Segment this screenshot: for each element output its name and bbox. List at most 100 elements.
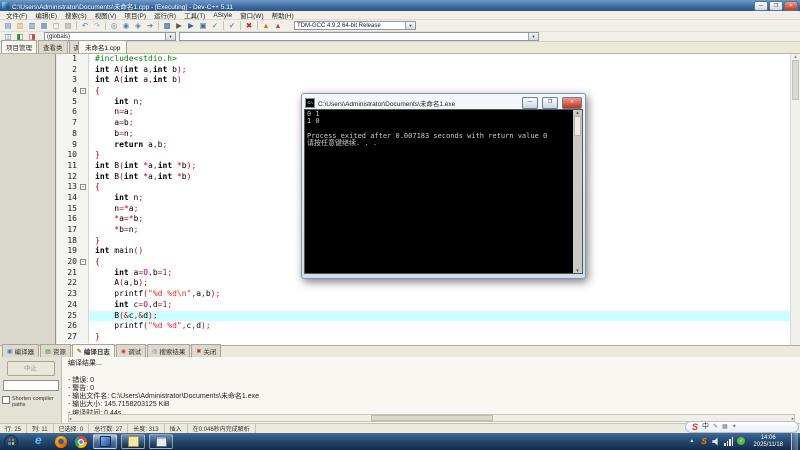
- menu-item-6[interactable]: 运行(R): [150, 10, 180, 20]
- taskbar-button-explorer-window[interactable]: [149, 434, 173, 449]
- bottom-tab-debug[interactable]: ◉ 调试: [115, 344, 147, 357]
- line-number[interactable]: 4: [57, 86, 79, 97]
- goto-line-icon[interactable]: ➔: [145, 21, 155, 31]
- save-file-icon[interactable]: ▥: [27, 21, 37, 31]
- minimize-button[interactable]: —: [754, 0, 768, 11]
- new-file-icon[interactable]: ▤: [3, 21, 13, 31]
- bottom-tab-compiler[interactable]: ▣ 编译器: [2, 344, 40, 357]
- line-number[interactable]: 19: [57, 246, 79, 258]
- taskbar-button-devcpp[interactable]: [93, 434, 117, 449]
- project-browser-panel[interactable]: [0, 54, 56, 345]
- line-number[interactable]: 10: [57, 150, 79, 161]
- redo-icon[interactable]: ↷: [92, 21, 102, 31]
- code-line-24[interactable]: 24 int c=0,d=1;: [57, 299, 800, 311]
- fold-marker-icon[interactable]: −: [80, 88, 86, 95]
- menu-item-7[interactable]: 工具(T): [180, 10, 209, 20]
- console-output[interactable]: 0 11 0 Process exited after 0.007183 sec…: [304, 109, 583, 274]
- close-file-icon[interactable]: ▢: [51, 21, 61, 31]
- code-line-23[interactable]: 23 printf("%d %d\n",a,b);: [57, 289, 800, 300]
- left-tab-1[interactable]: 项目管理: [1, 40, 37, 53]
- replace-icon[interactable]: ◉: [121, 21, 131, 31]
- line-number[interactable]: 27: [57, 331, 79, 343]
- find-icon[interactable]: ◎: [109, 21, 119, 31]
- line-number[interactable]: 11: [57, 160, 79, 172]
- start-button[interactable]: [4, 434, 18, 449]
- print-icon[interactable]: ▤: [63, 21, 73, 31]
- console-scrollbar[interactable]: ▲ ▼: [573, 110, 582, 273]
- line-number[interactable]: 8: [57, 128, 79, 140]
- line-number[interactable]: 5: [57, 96, 79, 108]
- taskbar-clock[interactable]: 14:06 2025/11/18: [749, 435, 787, 449]
- line-number[interactable]: 21: [57, 267, 79, 279]
- console-window[interactable]: C:\ C:\Users\Administrator\Documents\未命名…: [301, 93, 586, 279]
- console-minimize-button[interactable]: —: [522, 96, 538, 109]
- line-number[interactable]: 23: [57, 289, 79, 300]
- scrollbar-thumb[interactable]: [574, 116, 581, 136]
- menu-item-5[interactable]: 项目(P): [120, 10, 150, 20]
- editor-vertical-scrollbar[interactable]: ▲: [790, 54, 800, 345]
- fold-marker-icon[interactable]: −: [80, 184, 86, 191]
- sogou-tray-icon[interactable]: [700, 437, 708, 446]
- code-line-2[interactable]: 2 int A(int a,int b);: [57, 64, 800, 76]
- menu-item-1[interactable]: 文件(F): [2, 10, 31, 20]
- maximize-button[interactable]: ❐: [769, 0, 783, 11]
- line-number[interactable]: 24: [57, 299, 79, 311]
- debug-icon[interactable]: ✓: [210, 21, 220, 31]
- compile-icon[interactable]: ▩: [162, 21, 172, 31]
- scrollbar-thumb[interactable]: [370, 415, 493, 421]
- console-titlebar[interactable]: C:\ C:\Users\Administrator\Documents\未命名…: [304, 96, 583, 109]
- profile-analysis-icon[interactable]: ▲: [261, 21, 271, 31]
- sogou-input-bar[interactable]: S 中 ✎ ▦ ✦: [685, 421, 799, 433]
- line-number[interactable]: 20: [57, 257, 79, 268]
- hidden-icons-icon[interactable]: [688, 437, 696, 446]
- line-number[interactable]: 12: [57, 171, 79, 183]
- line-number[interactable]: 18: [57, 235, 79, 247]
- taskbar-button-console-app[interactable]: [121, 434, 145, 449]
- line-number[interactable]: 15: [57, 203, 79, 215]
- menu-item-9[interactable]: 窗口(W): [236, 10, 267, 20]
- file-tab[interactable]: 未命名1.cpp: [78, 40, 128, 53]
- menu-item-10[interactable]: 帮助(H): [268, 10, 298, 20]
- speaker-icon[interactable]: [712, 437, 718, 446]
- console-maximize-button[interactable]: ❐: [542, 96, 558, 109]
- run-icon[interactable]: ▶: [174, 21, 184, 31]
- line-number[interactable]: 16: [57, 214, 79, 225]
- scrollbar-thumb[interactable]: [792, 60, 799, 100]
- syntax-check-icon[interactable]: ✔: [227, 21, 237, 31]
- scroll-left-arrow-icon[interactable]: ◂: [69, 415, 71, 421]
- abort-button[interactable]: 中止: [6, 361, 55, 376]
- undo-icon[interactable]: ↶: [80, 21, 90, 31]
- shorten-paths-checkbox[interactable]: [2, 396, 10, 404]
- line-number[interactable]: 3: [57, 75, 79, 87]
- line-number[interactable]: 22: [57, 278, 79, 290]
- code-line-22[interactable]: 22 A(a,b);: [57, 278, 800, 290]
- line-number[interactable]: 1: [57, 54, 79, 65]
- bottom-tab-compile-log[interactable]: ✎ 编译日志: [71, 344, 115, 357]
- menu-item-8[interactable]: AStyle: [209, 12, 236, 19]
- code-line-27[interactable]: 27}: [57, 331, 800, 343]
- line-number[interactable]: 25: [57, 310, 79, 322]
- ime-mode-indicator[interactable]: 中: [702, 422, 709, 432]
- bottom-tab-close[interactable]: ✖ 关闭: [191, 344, 222, 357]
- open-file-icon[interactable]: ▨: [15, 21, 25, 31]
- firefox-icon[interactable]: [55, 436, 67, 448]
- internet-explorer-icon[interactable]: [32, 433, 47, 448]
- console-close-button[interactable]: ✕: [562, 96, 582, 109]
- line-number[interactable]: 26: [57, 321, 79, 332]
- menu-item-3[interactable]: 搜索(S): [61, 10, 91, 20]
- compile-and-run-icon[interactable]: ▶: [186, 21, 196, 31]
- save-all-icon[interactable]: ▦: [39, 21, 49, 31]
- sogou-tool-icon-2[interactable]: ▦: [722, 422, 728, 432]
- bottom-tab-resources[interactable]: ▤ 资源: [40, 344, 71, 357]
- sogou-tool-icon-3[interactable]: ✦: [732, 422, 737, 432]
- log-horizontal-scrollbar[interactable]: ◂ ▸: [68, 414, 795, 422]
- line-number[interactable]: 13: [57, 182, 79, 193]
- menu-item-2[interactable]: 编辑(E): [31, 10, 61, 20]
- line-number[interactable]: 14: [57, 192, 79, 204]
- bottom-tab-search-results[interactable]: ◎ 搜索结果: [147, 344, 191, 357]
- menu-item-4[interactable]: 视图(V): [91, 10, 121, 20]
- line-number[interactable]: 17: [57, 225, 79, 236]
- delete-profiling-icon[interactable]: ▲: [273, 21, 283, 31]
- member-combo[interactable]: ▾: [179, 32, 539, 41]
- shorten-paths-option[interactable]: Shorten compiler paths: [2, 396, 60, 408]
